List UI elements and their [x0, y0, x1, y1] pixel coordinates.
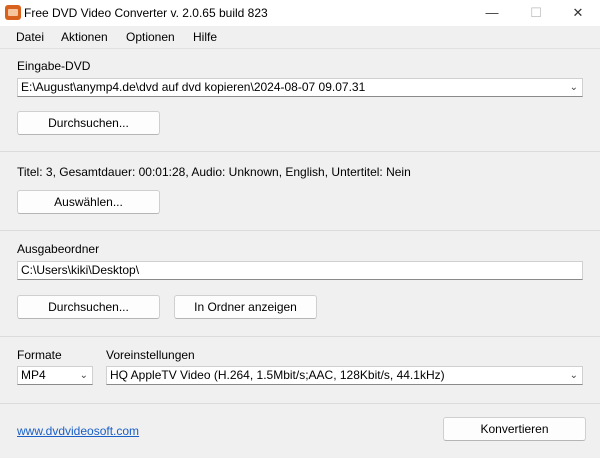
website-link[interactable]: www.dvdvideosoft.com: [17, 424, 139, 438]
maximize-button[interactable]: ☐: [514, 0, 558, 26]
menu-options[interactable]: Optionen: [126, 30, 175, 44]
input-dvd-combo[interactable]: E:\August\anymp4.de\dvd auf dvd kopieren…: [17, 78, 583, 97]
menu-file[interactable]: Datei: [16, 30, 44, 44]
menu-help[interactable]: Hilfe: [193, 30, 217, 44]
divider: [0, 336, 600, 337]
preset-value: HQ AppleTV Video (H.264, 1.5Mbit/s;AAC, …: [110, 368, 445, 382]
format-select[interactable]: MP4 ⌄: [17, 366, 93, 385]
chevron-down-icon: ⌄: [569, 370, 578, 381]
app-icon: [5, 5, 21, 20]
input-dvd-label: Eingabe-DVD: [17, 59, 91, 73]
output-folder-label: Ausgabeordner: [17, 242, 100, 256]
chevron-down-icon: ⌄: [569, 82, 578, 93]
output-folder-field[interactable]: C:\Users\kiki\Desktop\: [17, 261, 583, 280]
divider: [0, 403, 600, 404]
browse-input-button[interactable]: Durchsuchen...: [17, 111, 160, 135]
close-button[interactable]: ✕: [556, 0, 600, 26]
preset-label: Voreinstellungen: [106, 348, 195, 362]
dvd-info-text: Titel: 3, Gesamtdauer: 00:01:28, Audio: …: [17, 165, 411, 179]
preset-select[interactable]: HQ AppleTV Video (H.264, 1.5Mbit/s;AAC, …: [106, 366, 583, 385]
title-bar: Free DVD Video Converter v. 2.0.65 build…: [0, 0, 600, 26]
menu-bar: Datei Aktionen Optionen Hilfe: [0, 26, 600, 49]
select-titles-button[interactable]: Auswählen...: [17, 190, 160, 214]
show-in-folder-button[interactable]: In Ordner anzeigen: [174, 295, 317, 319]
convert-button[interactable]: Konvertieren: [443, 417, 586, 441]
window-title: Free DVD Video Converter v. 2.0.65 build…: [24, 6, 268, 20]
input-dvd-value: E:\August\anymp4.de\dvd auf dvd kopieren…: [21, 80, 366, 94]
divider: [0, 230, 600, 231]
minimize-button[interactable]: —: [470, 0, 514, 26]
divider: [0, 151, 600, 152]
browse-output-button[interactable]: Durchsuchen...: [17, 295, 160, 319]
menu-actions[interactable]: Aktionen: [61, 30, 108, 44]
format-label: Formate: [17, 348, 62, 362]
format-value: MP4: [21, 368, 46, 382]
chevron-down-icon: ⌄: [79, 370, 88, 381]
